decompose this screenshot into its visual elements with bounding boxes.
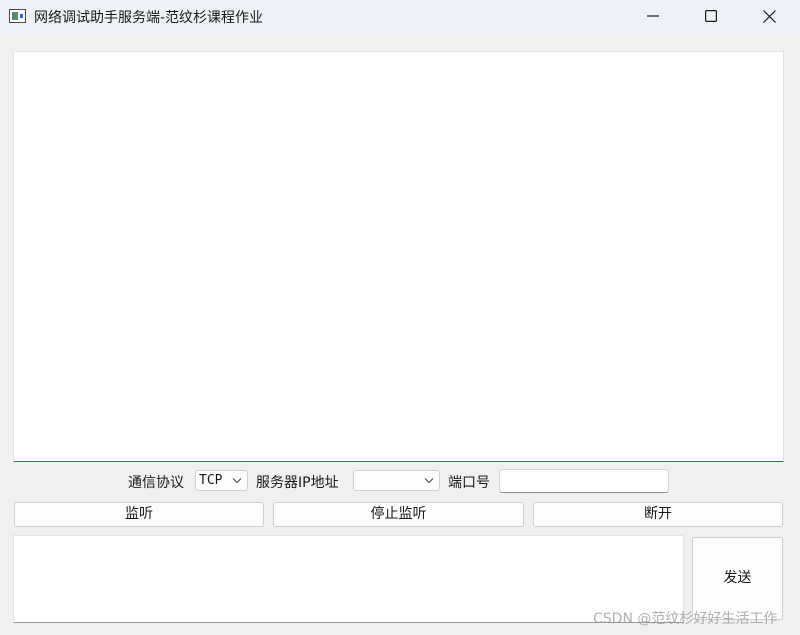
maximize-button[interactable] — [682, 0, 740, 32]
window-title: 网络调试助手服务端-范纹杉课程作业 — [34, 10, 264, 26]
watermark: CSDN @范纹杉好好生活工作 — [593, 611, 778, 627]
protocol-select[interactable]: TCP — [195, 470, 248, 491]
protocol-select-value: TCP — [199, 473, 223, 488]
connection-settings-row: 通信协议 TCP 服务器IP地址 端口号 — [0, 468, 800, 494]
close-icon — [762, 9, 776, 23]
disconnect-button[interactable]: 断开 — [533, 502, 783, 527]
port-label: 端口号 — [448, 475, 490, 491]
port-input[interactable] — [499, 469, 669, 493]
minimize-button[interactable] — [624, 0, 682, 32]
protocol-label: 通信协议 — [128, 475, 184, 491]
server-ip-select[interactable] — [353, 470, 440, 491]
server-ip-label: 服务器IP地址 — [256, 475, 339, 491]
chevron-down-icon — [424, 478, 434, 484]
chevron-down-icon — [232, 478, 242, 484]
send-text-area[interactable] — [13, 535, 684, 623]
minimize-icon — [647, 15, 659, 17]
listen-button[interactable]: 监听 — [14, 502, 264, 527]
title-bar: 网络调试助手服务端-范纹杉课程作业 — [0, 0, 800, 34]
close-button[interactable] — [740, 0, 798, 32]
stop-listen-button[interactable]: 停止监听 — [273, 502, 524, 527]
receive-text-area[interactable] — [13, 51, 784, 462]
app-window-icon — [9, 9, 26, 23]
maximize-icon — [705, 10, 717, 22]
